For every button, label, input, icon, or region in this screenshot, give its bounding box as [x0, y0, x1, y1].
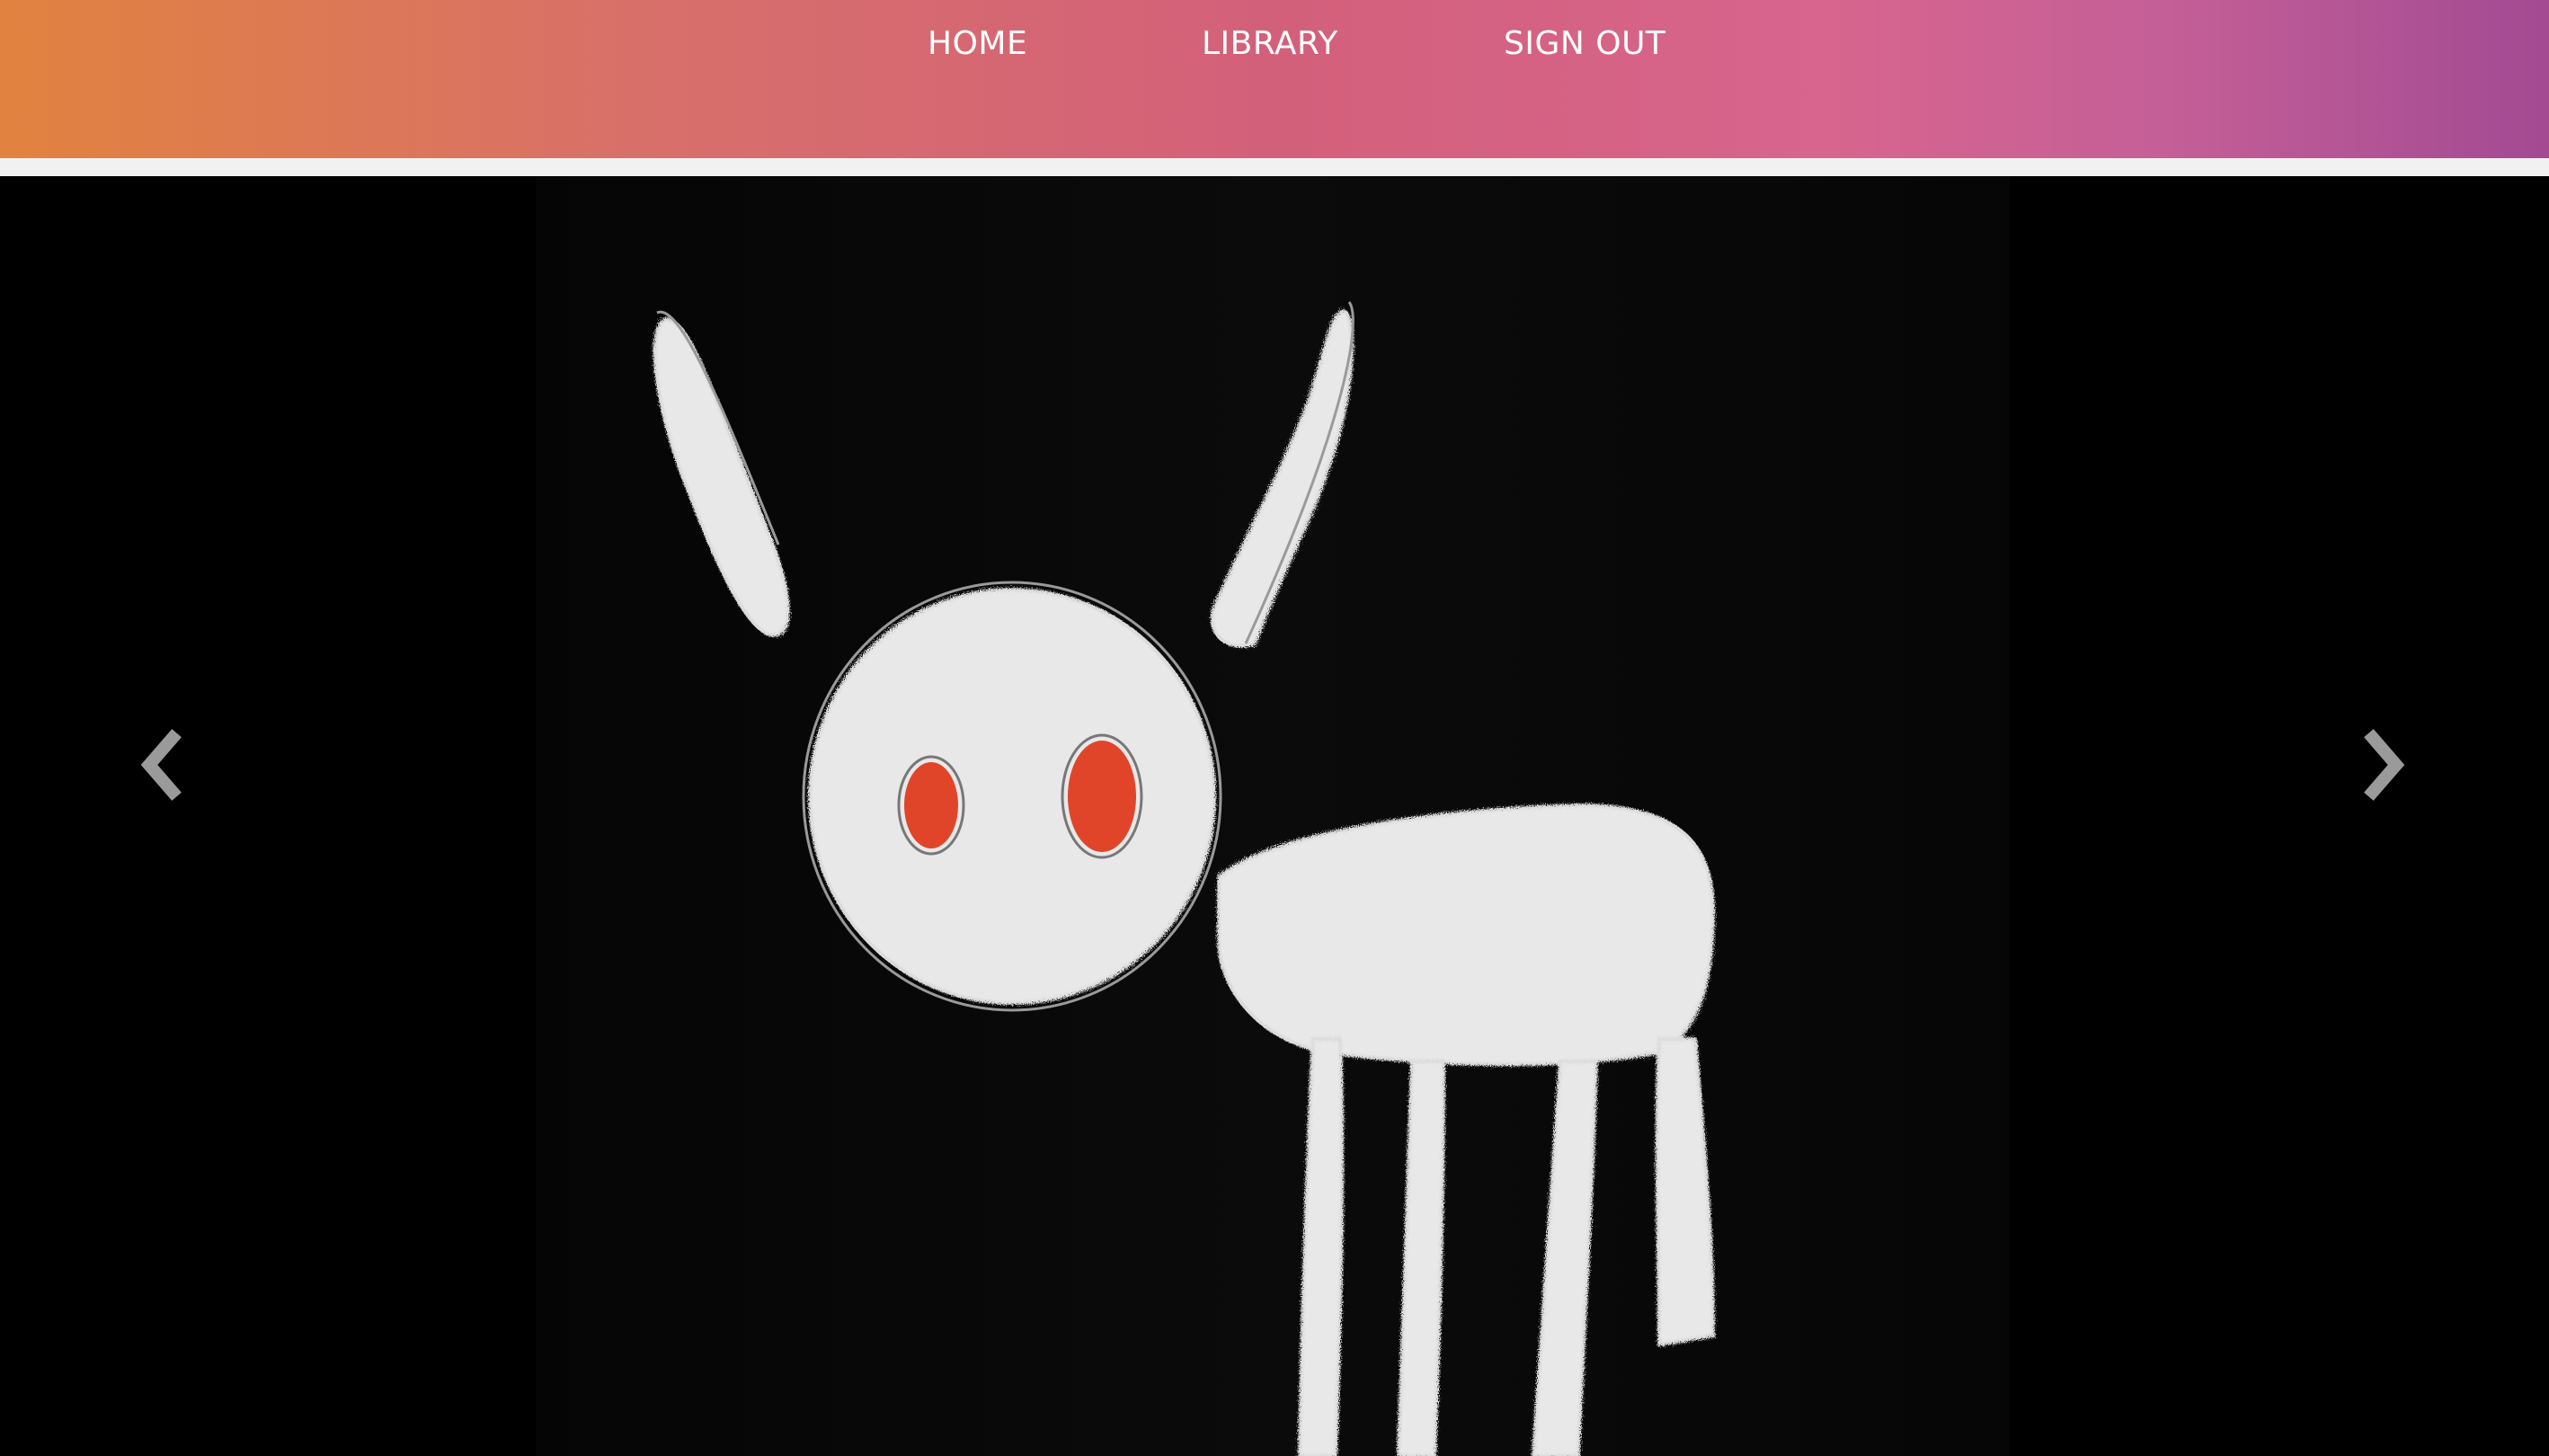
leg-2 [1396, 1060, 1446, 1456]
image-carousel [0, 176, 2549, 1456]
nav-home-link[interactable]: HOME [928, 25, 1027, 62]
chalk-donkey-drawing [653, 301, 1716, 1456]
nav-library-link[interactable]: LIBRARY [1202, 25, 1338, 62]
leg-3 [1531, 1060, 1599, 1456]
head [808, 588, 1216, 1005]
leg-1 [1297, 1037, 1345, 1456]
nav-sign-out-link[interactable]: SIGN OUT [1504, 25, 1665, 62]
chevron-right-icon [2364, 729, 2405, 801]
carousel-slide-image [536, 176, 2010, 1456]
top-navbar: HOME LIBRARY SIGN OUT [0, 0, 2549, 158]
right-ear [1210, 308, 1354, 648]
carousel-next-button[interactable] [2324, 697, 2432, 832]
left-ear [653, 317, 790, 637]
right-eye [1068, 741, 1136, 852]
left-eye [904, 762, 958, 848]
body [1217, 803, 1716, 1067]
leg-4 [1655, 1037, 1716, 1347]
chevron-left-icon [140, 729, 182, 801]
navbar-divider [0, 158, 2549, 176]
carousel-prev-button[interactable] [113, 697, 221, 832]
